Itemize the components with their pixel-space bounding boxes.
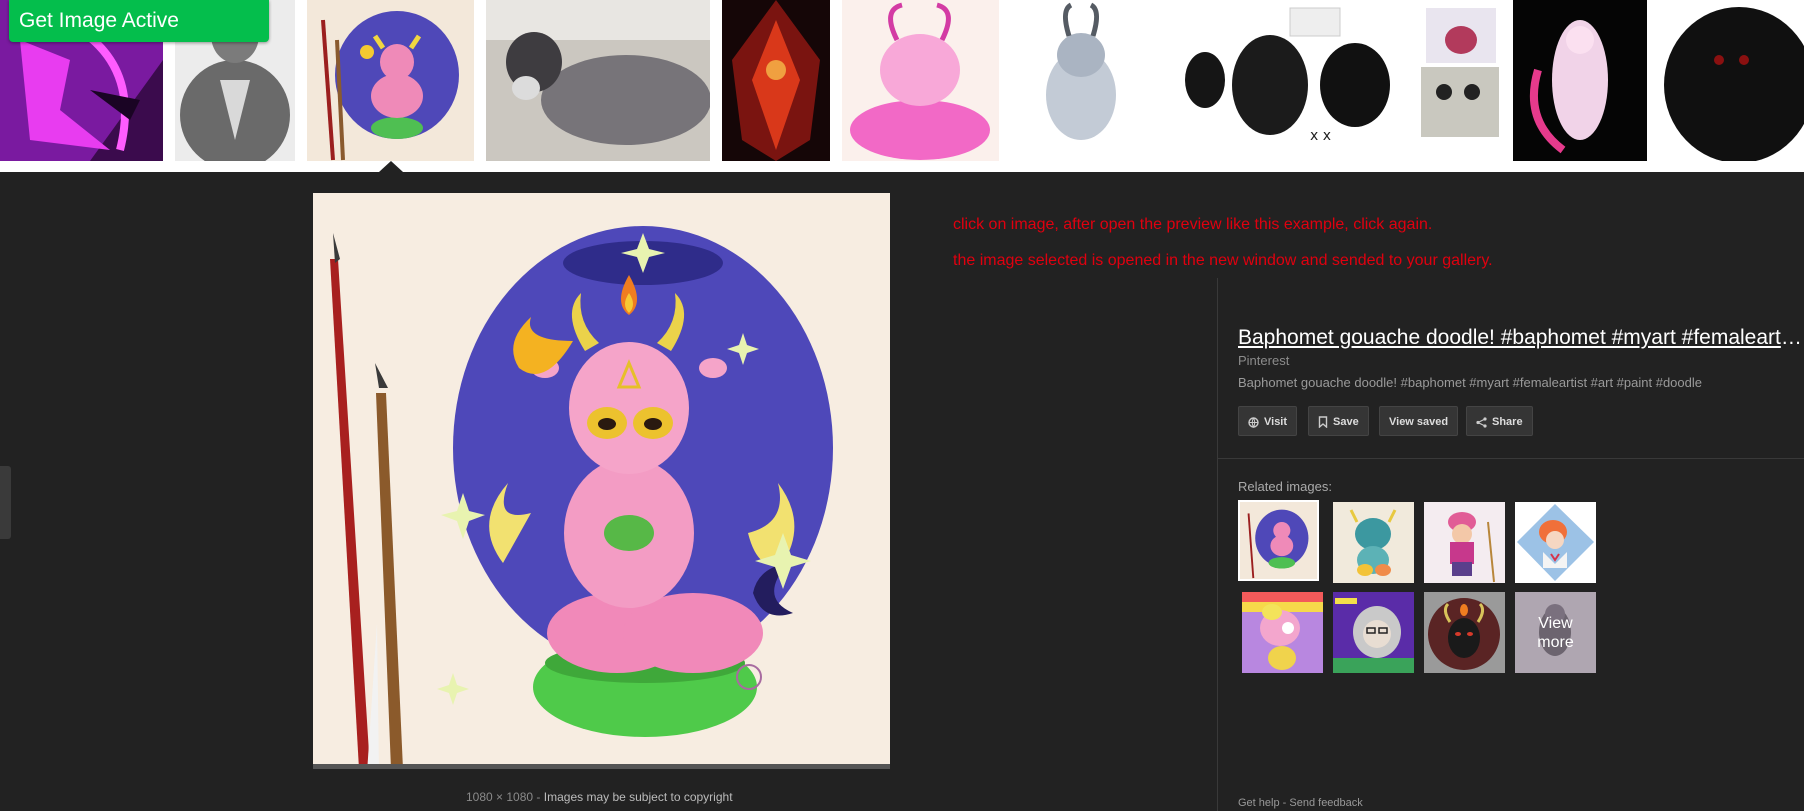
selected-thumbnail-pointer	[379, 161, 403, 172]
thumbnail-7-image	[1011, 0, 1158, 161]
preview-image-artwork	[313, 193, 890, 773]
instruction-note-2: the image selected is opened in the new …	[953, 252, 1493, 269]
thumbnail-strip: x x	[0, 0, 1804, 172]
related-image-5[interactable]	[1242, 592, 1323, 673]
thumbnail-10[interactable]	[1513, 0, 1647, 161]
related-image-7[interactable]	[1424, 592, 1505, 673]
view-saved-label: View saved	[1389, 416, 1449, 428]
side-collapse-tab[interactable]	[0, 466, 11, 539]
get-image-active-button[interactable]: Get Image Active	[9, 0, 269, 42]
thumbnail-8[interactable]: x x	[1170, 0, 1404, 161]
share-icon	[1476, 416, 1487, 428]
save-button[interactable]: Save	[1308, 406, 1369, 436]
bookmark-icon	[1318, 416, 1328, 429]
result-description: Baphomet gouache doodle! #baphomet #myar…	[1238, 375, 1702, 390]
get-help-link[interactable]: Get help	[1238, 797, 1280, 809]
footer-links: Get help - Send feedback	[1238, 797, 1363, 809]
view-more-line-1: View	[1538, 614, 1573, 632]
thumbnail-6[interactable]	[842, 0, 999, 161]
preview-image[interactable]	[313, 193, 890, 773]
related-image-1[interactable]	[1238, 500, 1319, 581]
related-image-1-art	[1240, 502, 1317, 579]
meta-separator: -	[536, 790, 541, 804]
related-image-6[interactable]	[1333, 592, 1414, 673]
visit-label: Visit	[1264, 416, 1288, 428]
related-image-4-art	[1515, 502, 1596, 583]
share-button[interactable]: Share	[1466, 406, 1533, 436]
related-image-3-art	[1424, 502, 1505, 583]
thumbnail-7[interactable]	[1011, 0, 1158, 161]
thumbnail-4[interactable]	[486, 0, 710, 161]
copyright-link[interactable]: Images may be subject to copyright	[544, 790, 733, 804]
thumbnail-5[interactable]	[722, 0, 830, 161]
related-image-6-art	[1333, 592, 1414, 673]
thumbnail-3-selected[interactable]	[307, 0, 474, 161]
footer-separator: -	[1282, 797, 1287, 809]
related-image-3[interactable]	[1424, 502, 1505, 583]
share-label: Share	[1492, 416, 1523, 428]
svg-text:x x: x x	[1310, 128, 1331, 144]
instruction-note-1: click on image, after open the preview l…	[953, 216, 1433, 233]
thumbnail-10-image	[1513, 0, 1647, 161]
globe-icon	[1248, 416, 1259, 428]
thumbnail-11-image	[1659, 0, 1804, 161]
related-image-4[interactable]	[1515, 502, 1596, 583]
panel-divider	[1217, 278, 1218, 811]
view-saved-button[interactable]: View saved	[1379, 406, 1459, 436]
image-dimensions: 1080 × 1080	[466, 790, 534, 804]
visit-button[interactable]: Visit	[1238, 406, 1298, 436]
preview-image-meta: 1080 × 1080 - Images may be subject to c…	[466, 790, 733, 804]
save-label: Save	[1333, 416, 1359, 428]
related-image-7-art	[1424, 592, 1505, 673]
thumbnail-4-image	[486, 0, 710, 161]
thumbnail-9[interactable]	[1416, 0, 1502, 161]
view-more-line-2: more	[1537, 633, 1574, 651]
thumbnail-9-image	[1416, 0, 1502, 161]
view-more-button[interactable]: View more	[1515, 592, 1596, 673]
related-image-2-art	[1333, 502, 1414, 583]
related-image-5-art	[1242, 592, 1323, 673]
thumbnail-5-image	[722, 0, 830, 161]
view-more-label: View more	[1515, 592, 1596, 673]
result-title-link[interactable]: Baphomet gouache doodle! #baphomet #myar…	[1238, 326, 1804, 350]
related-image-2[interactable]	[1333, 502, 1414, 583]
thumbnail-11[interactable]	[1659, 0, 1804, 161]
preview-image-loading-bar	[313, 764, 890, 769]
thumbnail-8-image: x x	[1170, 0, 1404, 161]
panel-separator	[1218, 458, 1804, 459]
thumbnail-3-image	[307, 0, 474, 161]
result-source: Pinterest	[1238, 353, 1290, 368]
send-feedback-link[interactable]: Send feedback	[1289, 797, 1362, 809]
thumbnail-6-image	[842, 0, 999, 161]
related-images-label: Related images:	[1238, 479, 1332, 494]
